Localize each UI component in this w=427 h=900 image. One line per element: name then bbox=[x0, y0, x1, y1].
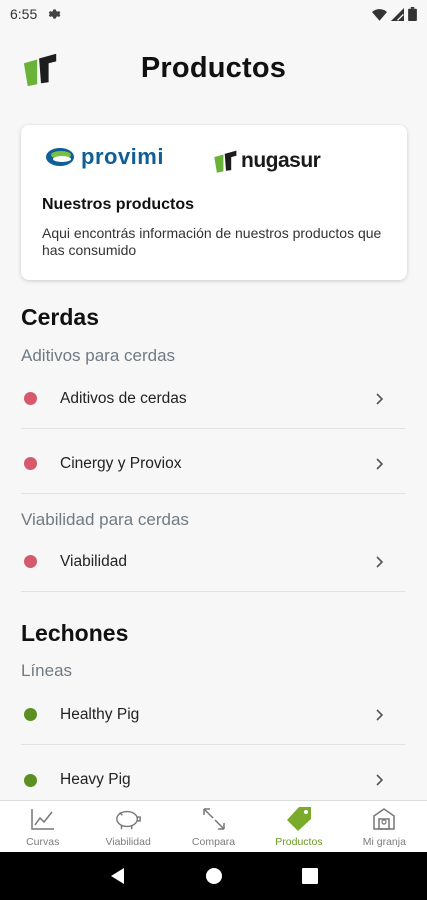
chevron-right-icon bbox=[366, 451, 392, 477]
tag-icon bbox=[285, 805, 313, 833]
status-bar: 6:55 bbox=[0, 0, 427, 28]
section-title-lechones: Lechones bbox=[21, 620, 129, 646]
chevron-right-icon bbox=[366, 549, 392, 575]
farm-icon bbox=[370, 805, 398, 833]
list-item-cinergy-y-proviox[interactable]: Cinergy y Proviox bbox=[21, 434, 406, 494]
settings-gear-icon bbox=[49, 9, 61, 19]
card-description: Aqui encontrás información de nuestros p… bbox=[42, 225, 382, 258]
app-header: Productos bbox=[0, 44, 427, 100]
list-item-healthy-pig[interactable]: Healthy Pig bbox=[21, 685, 406, 745]
subsection-viabilidad-cerdas: Viabilidad para cerdas bbox=[21, 510, 189, 529]
list-item-label: Healthy Pig bbox=[60, 705, 140, 723]
nav-item-compara[interactable]: Compara bbox=[171, 801, 256, 852]
home-icon[interactable] bbox=[205, 867, 223, 885]
system-navigation-bar bbox=[0, 852, 427, 900]
nav-item-curvas[interactable]: Curvas bbox=[0, 801, 85, 852]
status-time: 6:55 bbox=[10, 6, 38, 22]
battery-icon bbox=[408, 7, 417, 21]
wifi-icon bbox=[372, 8, 387, 21]
provimi-leaf-icon bbox=[46, 148, 74, 166]
compare-arrows-icon bbox=[200, 805, 228, 833]
chevron-right-icon bbox=[366, 702, 392, 728]
status-dot bbox=[24, 555, 37, 568]
subsection-lineas: Líneas bbox=[21, 661, 73, 680]
section-title-cerdas: Cerdas bbox=[21, 304, 99, 330]
list-item-label: Cinergy y Proviox bbox=[60, 454, 182, 472]
bottom-navigation: Curvas Viabilidad Compara Productos Mi g… bbox=[0, 800, 427, 852]
nav-label: Compara bbox=[191, 836, 236, 848]
provimi-wordmark: provimi bbox=[81, 144, 164, 169]
products-info-card: provimi nugasur Nuestros productos Aqui … bbox=[21, 125, 407, 280]
status-dot bbox=[24, 708, 37, 721]
nugasur-wordmark: nugasur bbox=[241, 149, 321, 172]
card-title: Nuestros productos bbox=[42, 196, 195, 213]
provimi-logo: provimi bbox=[45, 143, 164, 171]
nav-label: Productos bbox=[275, 836, 323, 848]
nav-label: Viabilidad bbox=[105, 836, 151, 848]
nugasur-mark-icon bbox=[214, 150, 237, 173]
list-item-aditivos-de-cerdas[interactable]: Aditivos de cerdas bbox=[21, 369, 406, 429]
recents-icon[interactable] bbox=[301, 868, 318, 884]
subsection-aditivos-cerdas: Aditivos para cerdas bbox=[21, 346, 176, 365]
chevron-right-icon bbox=[366, 767, 392, 793]
status-dot bbox=[24, 392, 37, 405]
nav-item-mi-granja[interactable]: Mi granja bbox=[342, 801, 427, 852]
list-item-label: Aditivos de cerdas bbox=[60, 389, 187, 407]
signal-icon bbox=[391, 7, 404, 21]
nugasur-logo: nugasur bbox=[213, 145, 321, 177]
chevron-right-icon bbox=[366, 386, 392, 412]
nav-item-viabilidad[interactable]: Viabilidad bbox=[85, 801, 170, 852]
chart-icon bbox=[29, 805, 57, 833]
list-item-label: Viabilidad bbox=[60, 552, 127, 570]
status-dot bbox=[24, 457, 37, 470]
list-item-label: Heavy Pig bbox=[60, 771, 131, 788]
status-dot bbox=[24, 773, 37, 787]
page-title: Productos bbox=[140, 52, 287, 84]
list-item-viabilidad[interactable]: Viabilidad bbox=[21, 532, 406, 592]
nav-label: Curvas bbox=[26, 836, 60, 848]
nav-label: Mi granja bbox=[362, 836, 406, 848]
back-icon[interactable] bbox=[109, 867, 127, 885]
pig-icon bbox=[114, 805, 142, 833]
nav-item-productos[interactable]: Productos bbox=[256, 801, 341, 852]
